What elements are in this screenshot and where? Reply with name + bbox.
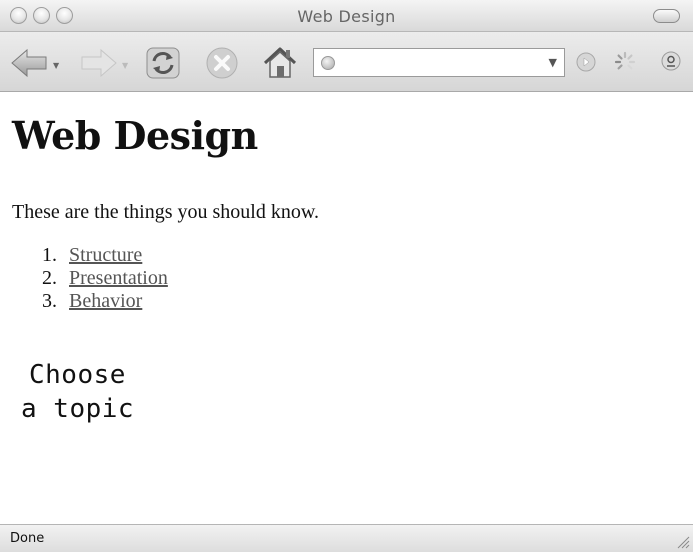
choose-line-1: Choose (29, 360, 126, 390)
globe-icon (321, 56, 335, 70)
title-bar[interactable]: Web Design (0, 0, 693, 32)
forward-history-arrow-icon[interactable]: ▼ (122, 61, 128, 70)
activity-indicator (614, 51, 636, 73)
stop-button[interactable] (205, 46, 239, 80)
choose-topic-prompt: Choose a topic (21, 358, 134, 426)
toolbar-toggle-button[interactable] (653, 9, 680, 23)
stop-icon (206, 47, 238, 79)
home-button[interactable] (262, 46, 297, 80)
go-icon (576, 52, 596, 72)
address-history-arrow-icon[interactable]: ▼ (549, 56, 557, 69)
page-heading: Web Design (12, 113, 258, 158)
back-button[interactable] (10, 46, 47, 80)
choose-line-2: a topic (21, 394, 135, 424)
home-icon (263, 47, 297, 78)
page-content: Web Design These are the things you shou… (0, 92, 693, 524)
list-number: 1. (42, 244, 57, 266)
status-bar: Done (0, 524, 693, 552)
browser-toolbar: ▼ ▼ ▼ (0, 32, 693, 92)
search-button[interactable] (661, 51, 681, 71)
address-bar[interactable]: ▼ (313, 48, 565, 77)
status-text: Done (10, 531, 45, 546)
reload-icon (146, 47, 180, 79)
list-number: 2. (42, 267, 57, 289)
intro-text: These are the things you should know. (12, 201, 319, 223)
behavior-link[interactable]: Behavior (69, 290, 142, 313)
spinner-icon (614, 51, 636, 73)
reload-button[interactable] (145, 46, 180, 80)
structure-link[interactable]: Structure (69, 244, 142, 267)
address-input[interactable] (342, 52, 546, 74)
resize-grip-icon[interactable] (674, 533, 690, 549)
forward-button[interactable] (78, 46, 117, 80)
list-number: 3. (42, 290, 57, 312)
arrow-left-icon (11, 48, 47, 78)
search-icon (661, 51, 681, 71)
arrow-right-icon (81, 48, 117, 78)
back-history-arrow-icon[interactable]: ▼ (53, 61, 59, 70)
presentation-link[interactable]: Presentation (69, 267, 168, 290)
go-button[interactable] (576, 52, 596, 72)
browser-window: Web Design ▼ ▼ ▼ Web Design These are th… (0, 0, 693, 552)
window-title: Web Design (297, 7, 396, 26)
